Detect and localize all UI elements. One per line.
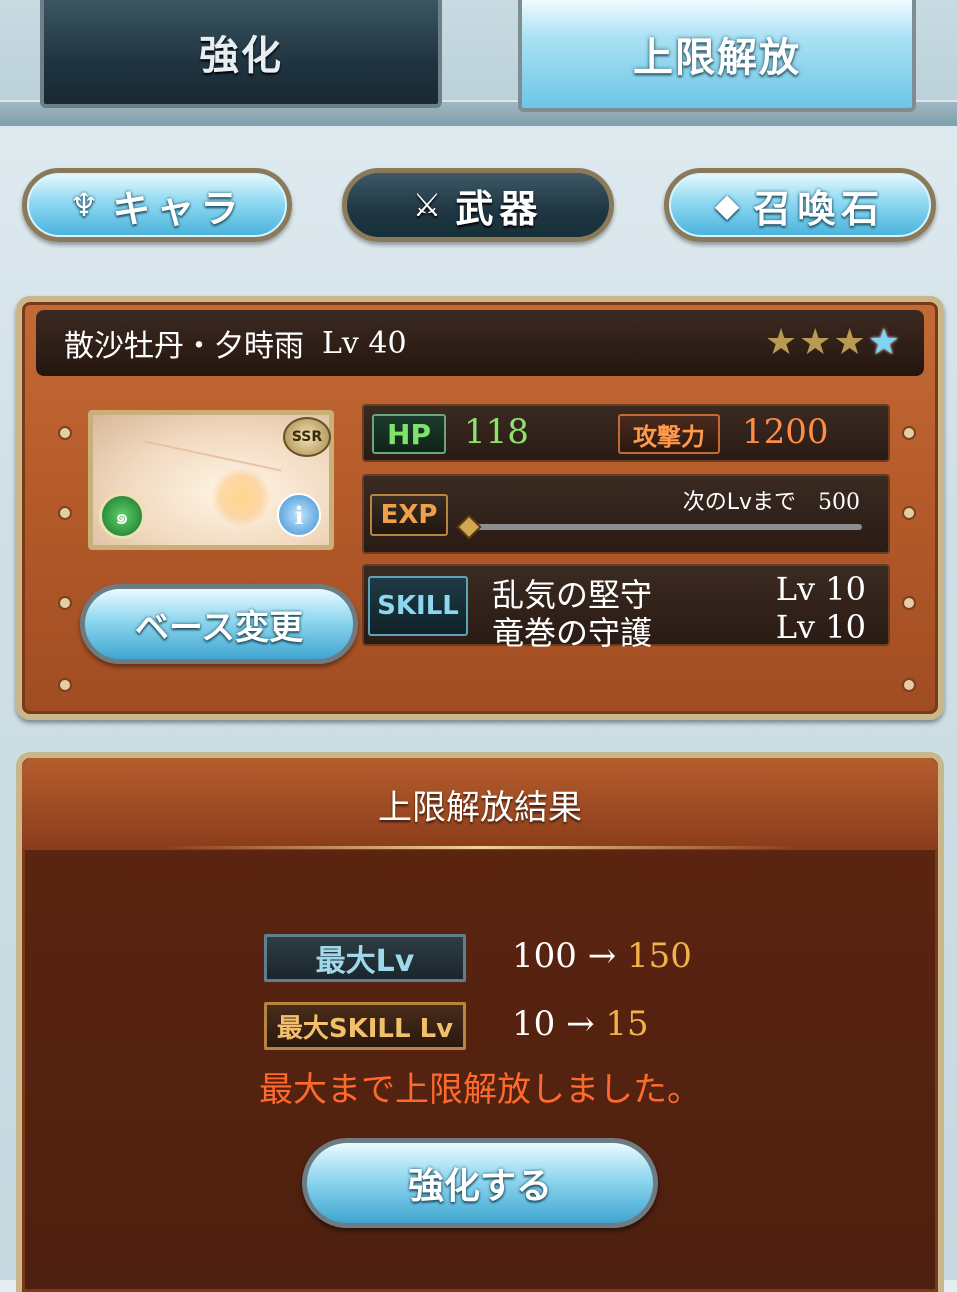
skill-name: 竜巻の守護 bbox=[492, 614, 653, 652]
arrow: → bbox=[566, 1004, 595, 1044]
rivet-decoration bbox=[904, 508, 914, 518]
hp-value: 118 bbox=[464, 412, 529, 452]
hp-tag: HP bbox=[372, 414, 446, 454]
uncap-stars: ★★★★ bbox=[765, 322, 902, 363]
result-title: 上限解放結果 bbox=[378, 788, 582, 828]
info-icon[interactable]: i bbox=[277, 493, 321, 537]
rivet-decoration bbox=[60, 680, 70, 690]
max-skill-to: 15 bbox=[605, 1004, 649, 1044]
uncap-complete-message: 最大まで上限解放しました。 bbox=[259, 1070, 701, 1110]
max-level-to: 150 bbox=[627, 936, 692, 976]
hp-atk-row: HP 118 攻撃力 1200 bbox=[362, 404, 890, 462]
weapon-art-burst bbox=[211, 467, 271, 527]
atk-tag: 攻撃力 bbox=[618, 414, 720, 454]
category-summon-label: 召喚石 bbox=[753, 186, 886, 231]
uncap-star-blue-icon: ★ bbox=[867, 322, 902, 363]
category-character-button[interactable]: ♆ キャラ bbox=[22, 168, 292, 242]
max-level-from: 100 bbox=[512, 936, 577, 976]
base-change-button[interactable]: ベース変更 bbox=[80, 584, 358, 664]
crystal-icon: ◆ bbox=[714, 186, 740, 224]
rivet-decoration bbox=[60, 428, 70, 438]
weapon-thumbnail[interactable]: SSR ๑ i bbox=[88, 410, 334, 550]
rivet-decoration bbox=[904, 598, 914, 608]
skill-row: SKILL 乱気の堅守 Lv 10 竜巻の守護 Lv 10 bbox=[362, 564, 890, 652]
weapon-level: Lv 40 bbox=[322, 325, 407, 361]
category-weapon-button[interactable]: ⚔ 武器 bbox=[342, 168, 614, 242]
skill-tag: SKILL bbox=[368, 576, 468, 636]
rivet-decoration bbox=[60, 508, 70, 518]
rivet-decoration bbox=[904, 428, 914, 438]
tab-uncap[interactable]: 上限解放 bbox=[518, 0, 916, 112]
tab-bar: 強化 上限解放 bbox=[0, 0, 957, 126]
ssr-badge: SSR bbox=[283, 417, 331, 457]
max-level-label: 最大Lv bbox=[264, 934, 466, 982]
category-summon-button[interactable]: ◆ 召喚石 bbox=[664, 168, 936, 242]
weapon-name-bar: 散沙牡丹・夕時雨 Lv 40 ★★★★ bbox=[36, 310, 924, 376]
uncap-star-icon: ★ bbox=[833, 322, 868, 363]
next-level-value: 500 bbox=[818, 490, 860, 515]
category-character-label: キャラ bbox=[112, 186, 245, 231]
character-emblem-icon: ♆ bbox=[69, 186, 99, 224]
weapon-panel: 散沙牡丹・夕時雨 Lv 40 ★★★★ SSR ๑ i ベース変更 HP 118… bbox=[16, 296, 944, 720]
ornament-divider bbox=[162, 846, 798, 849]
weapon-name: 散沙牡丹・夕時雨 bbox=[64, 329, 304, 364]
category-weapon-label: 武器 bbox=[455, 186, 544, 231]
max-skill-level-change: 10 → 15 bbox=[512, 1004, 649, 1044]
max-level-change: 100 → 150 bbox=[512, 936, 692, 976]
skill-level: Lv 10 bbox=[775, 570, 866, 608]
rivet-decoration bbox=[60, 598, 70, 608]
skill-level: Lv 10 bbox=[775, 608, 866, 646]
next-level-info: 次のLvまで 500 bbox=[683, 484, 860, 516]
weapon-art-stroke bbox=[144, 440, 282, 472]
uncap-result-panel: 上限解放結果 最大Lv 100 → 150 最大SKILL Lv 10 → 15… bbox=[16, 752, 944, 1292]
exp-bar bbox=[468, 524, 862, 530]
exp-bar-marker-icon bbox=[459, 517, 479, 537]
exp-row: EXP 次のLvまで 500 bbox=[362, 474, 890, 554]
crossed-swords-icon: ⚔ bbox=[412, 186, 442, 224]
wind-element-icon: ๑ bbox=[99, 493, 145, 539]
uncap-star-icon: ★ bbox=[764, 322, 800, 363]
arrow: → bbox=[587, 936, 617, 976]
max-skill-from: 10 bbox=[512, 1004, 556, 1044]
enhance-button[interactable]: 強化する bbox=[302, 1138, 658, 1228]
rivet-decoration bbox=[904, 680, 914, 690]
next-level-label: 次のLvまで bbox=[682, 490, 796, 515]
max-skill-level-label: 最大SKILL Lv bbox=[264, 1002, 466, 1050]
atk-value: 1200 bbox=[742, 412, 829, 452]
tab-enhance[interactable]: 強化 bbox=[40, 0, 442, 108]
exp-tag: EXP bbox=[370, 494, 448, 536]
uncap-star-icon: ★ bbox=[799, 322, 834, 363]
